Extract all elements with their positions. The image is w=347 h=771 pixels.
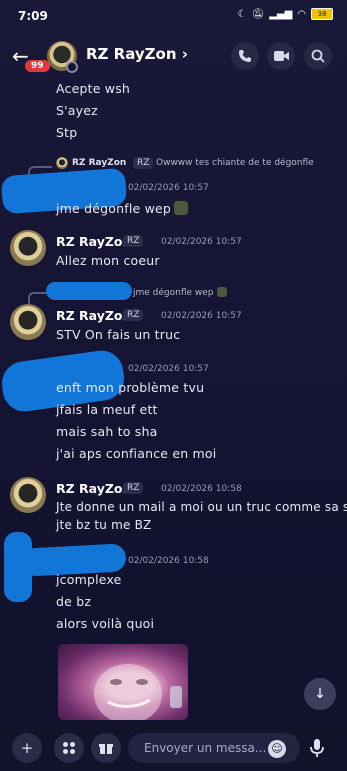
user-tag: RZ bbox=[133, 157, 154, 169]
user-tag: RZ bbox=[123, 309, 144, 321]
scroll-to-bottom-button[interactable]: ↓ bbox=[304, 678, 336, 710]
message-input-placeholder: Envoyer un messa... bbox=[144, 741, 267, 755]
redacted-area bbox=[46, 282, 132, 300]
message-line: STV On fais un truc bbox=[56, 327, 181, 342]
apps-button[interactable] bbox=[54, 733, 84, 763]
avatar[interactable] bbox=[10, 304, 46, 340]
message-text: jme dégonfle wep bbox=[56, 201, 172, 216]
reply-avatar bbox=[56, 157, 68, 169]
gift-button[interactable] bbox=[91, 733, 121, 763]
microphone-icon[interactable] bbox=[310, 739, 324, 761]
reply-preview[interactable]: jme dégonfle wep bbox=[133, 287, 227, 298]
gift-icon bbox=[99, 744, 113, 754]
photo-content bbox=[94, 664, 182, 720]
message-timestamp: 02/02/2026 10:57 bbox=[161, 237, 242, 247]
message-line: jcomplexe bbox=[56, 572, 122, 587]
custom-emoji-icon bbox=[216, 287, 227, 297]
message-line: Allez mon coeur bbox=[56, 253, 160, 268]
bell-off-icon: 🔕︎ bbox=[251, 8, 265, 20]
plus-icon: + bbox=[20, 739, 34, 757]
status-bar: 7:09 ☾ 🔕︎ ▂▄▆ ◠ 38 bbox=[0, 0, 347, 32]
message-timestamp: 02/02/2026 10:57 bbox=[161, 311, 242, 321]
signal-icon: ▂▄▆ bbox=[269, 8, 293, 20]
wifi-icon: ◠ bbox=[297, 8, 306, 20]
author-name[interactable]: RZ RayZon bbox=[56, 234, 131, 249]
video-icon bbox=[273, 51, 289, 61]
moon-icon: ☾ bbox=[237, 8, 247, 20]
message-line: jfais la meuf ett bbox=[56, 402, 158, 417]
message-timestamp: 02/02/2026 10:58 bbox=[161, 484, 242, 494]
apps-icon bbox=[63, 742, 75, 754]
user-tag: RZ bbox=[123, 482, 144, 494]
reply-preview-text: jme dégonfle wep bbox=[133, 288, 214, 298]
call-button[interactable] bbox=[231, 42, 259, 70]
channel-title-text: RZ RayZon bbox=[86, 45, 177, 63]
status-indicator bbox=[66, 61, 78, 73]
avatar[interactable] bbox=[10, 477, 46, 513]
avatar[interactable] bbox=[10, 230, 46, 266]
message-timestamp: 02/02/2026 10:58 bbox=[128, 556, 209, 566]
message-line: Jte donne un mail a moi ou un truc comme… bbox=[56, 500, 347, 514]
message-line: jme dégonfle wep bbox=[56, 201, 189, 216]
message-line: enft mon problème tvu bbox=[56, 380, 205, 395]
search-icon bbox=[311, 49, 325, 63]
image-attachment[interactable] bbox=[58, 644, 188, 720]
message-line: mais sah to sha bbox=[56, 424, 158, 439]
message-line: S'ayez bbox=[56, 103, 98, 118]
battery-icon: 38 bbox=[311, 8, 333, 20]
message-line: jte bz tu me BZ bbox=[56, 518, 152, 532]
user-tag: RZ bbox=[123, 235, 144, 247]
message-line: Acepte wsh bbox=[56, 81, 131, 96]
status-icons: ☾ 🔕︎ ▂▄▆ ◠ 38 bbox=[238, 8, 333, 20]
arrow-down-icon: ↓ bbox=[314, 686, 326, 702]
message-line: j'ai aps confiance en moi bbox=[56, 446, 217, 461]
status-time: 7:09 bbox=[18, 9, 48, 23]
message-line: de bz bbox=[56, 594, 92, 609]
emoji-picker-icon[interactable]: ☺ bbox=[268, 740, 286, 758]
author-name[interactable]: RZ RayZon bbox=[56, 481, 131, 496]
mic-shape bbox=[310, 739, 324, 757]
add-attachment-button[interactable]: + bbox=[12, 733, 42, 763]
message-timestamp: 02/02/2026 10:57 bbox=[128, 364, 209, 374]
message-line: Stp bbox=[56, 125, 78, 140]
phone-icon bbox=[239, 50, 251, 62]
chevron-right-icon: › bbox=[181, 45, 188, 63]
reply-preview[interactable]: Owwww tes chiante de te dégonfle bbox=[156, 158, 314, 168]
message-timestamp: 02/02/2026 10:57 bbox=[128, 183, 209, 193]
author-name[interactable]: RZ RayZon bbox=[56, 308, 131, 323]
channel-header: ← 99 RZ RayZon › bbox=[0, 32, 347, 80]
search-button[interactable] bbox=[304, 42, 332, 70]
message-composer: + Envoyer un messa... ☺ bbox=[0, 724, 347, 771]
custom-emoji-icon bbox=[174, 201, 189, 215]
reply-author: RZ RayZon bbox=[72, 158, 127, 168]
video-call-button[interactable] bbox=[267, 42, 295, 70]
message-line: alors voilà quoi bbox=[56, 616, 155, 631]
channel-title[interactable]: RZ RayZon › bbox=[86, 45, 188, 63]
